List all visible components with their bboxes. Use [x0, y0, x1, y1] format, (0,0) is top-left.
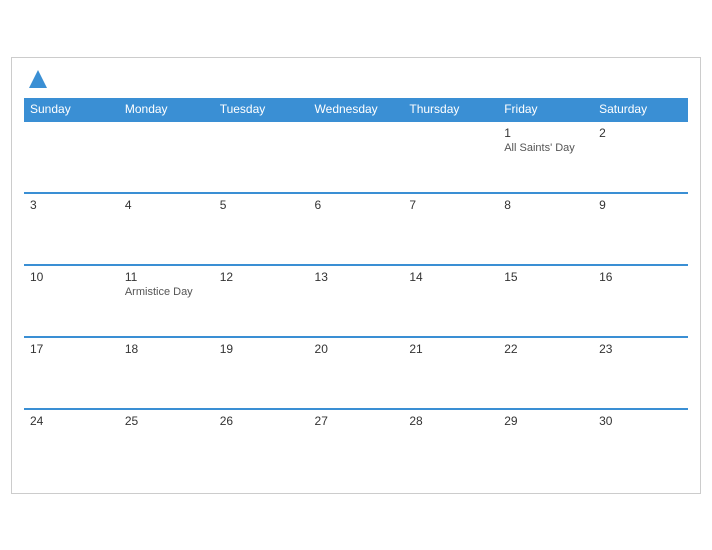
- calendar-week-3: 17 18 19 20 21 22 23: [24, 337, 688, 409]
- day-number: 1: [504, 126, 587, 140]
- calendar-table: SundayMondayTuesdayWednesdayThursdayFrid…: [24, 98, 688, 481]
- day-number: 21: [409, 342, 492, 356]
- calendar-cell-w3-d4: 21: [403, 337, 498, 409]
- calendar-cell-w1-d1: 4: [119, 193, 214, 265]
- calendar-cell-w0-d4: [403, 121, 498, 193]
- calendar-cell-w1-d2: 5: [214, 193, 309, 265]
- day-number: 24: [30, 414, 113, 428]
- weekday-header-wednesday: Wednesday: [309, 98, 404, 121]
- calendar-cell-w4-d2: 26: [214, 409, 309, 481]
- logo-icon: [27, 68, 49, 90]
- day-number: 23: [599, 342, 682, 356]
- calendar-cell-w0-d3: [309, 121, 404, 193]
- calendar-cell-w2-d3: 13: [309, 265, 404, 337]
- weekday-header-row: SundayMondayTuesdayWednesdayThursdayFrid…: [24, 98, 688, 121]
- day-number: 5: [220, 198, 303, 212]
- calendar-cell-w2-d0: 10: [24, 265, 119, 337]
- day-number: 17: [30, 342, 113, 356]
- calendar-cell-w1-d0: 3: [24, 193, 119, 265]
- calendar-cell-w4-d0: 24: [24, 409, 119, 481]
- calendar-cell-w3-d0: 17: [24, 337, 119, 409]
- calendar-cell-w1-d5: 8: [498, 193, 593, 265]
- day-number: 19: [220, 342, 303, 356]
- calendar-cell-w4-d5: 29: [498, 409, 593, 481]
- calendar-cell-w0-d5: 1 All Saints' Day: [498, 121, 593, 193]
- calendar-cell-w3-d3: 20: [309, 337, 404, 409]
- weekday-header-saturday: Saturday: [593, 98, 688, 121]
- day-number: 30: [599, 414, 682, 428]
- day-number: 28: [409, 414, 492, 428]
- calendar-cell-w0-d2: [214, 121, 309, 193]
- calendar-tbody: 1All Saints' Day234567891011Armistice Da…: [24, 121, 688, 481]
- day-number: 2: [599, 126, 682, 140]
- calendar-week-0: 1 All Saints' Day 2: [24, 121, 688, 193]
- calendar-cell-w2-d6: 16: [593, 265, 688, 337]
- day-number: 13: [315, 270, 398, 284]
- day-number: 18: [125, 342, 208, 356]
- day-number: 8: [504, 198, 587, 212]
- calendar-cell-w2-d2: 12: [214, 265, 309, 337]
- calendar-cell-w4-d3: 27: [309, 409, 404, 481]
- calendar-cell-w4-d1: 25: [119, 409, 214, 481]
- holiday-name: Armistice Day: [125, 286, 208, 298]
- weekday-header-sunday: Sunday: [24, 98, 119, 121]
- calendar-week-1: 3456789: [24, 193, 688, 265]
- day-number: 29: [504, 414, 587, 428]
- logo: [24, 68, 49, 90]
- weekday-header-friday: Friday: [498, 98, 593, 121]
- calendar-cell-w2-d4: 14: [403, 265, 498, 337]
- day-number: 16: [599, 270, 682, 284]
- weekday-header-monday: Monday: [119, 98, 214, 121]
- calendar: SundayMondayTuesdayWednesdayThursdayFrid…: [11, 57, 701, 494]
- day-number: 11: [125, 270, 208, 284]
- calendar-cell-w1-d3: 6: [309, 193, 404, 265]
- holiday-name: All Saints' Day: [504, 142, 587, 154]
- day-number: 22: [504, 342, 587, 356]
- calendar-cell-w0-d0: [24, 121, 119, 193]
- calendar-cell-w3-d6: 23: [593, 337, 688, 409]
- day-number: 4: [125, 198, 208, 212]
- weekday-header-tuesday: Tuesday: [214, 98, 309, 121]
- day-number: 7: [409, 198, 492, 212]
- calendar-cell-w4-d6: 30: [593, 409, 688, 481]
- calendar-cell-w3-d5: 22: [498, 337, 593, 409]
- calendar-cell-w3-d1: 18: [119, 337, 214, 409]
- calendar-cell-w2-d1: 11 Armistice Day: [119, 265, 214, 337]
- calendar-thead: SundayMondayTuesdayWednesdayThursdayFrid…: [24, 98, 688, 121]
- calendar-cell-w0-d6: 2: [593, 121, 688, 193]
- calendar-cell-w1-d4: 7: [403, 193, 498, 265]
- day-number: 6: [315, 198, 398, 212]
- day-number: 14: [409, 270, 492, 284]
- day-number: 12: [220, 270, 303, 284]
- calendar-week-2: 10 11 Armistice Day 12 13 14 15 16: [24, 265, 688, 337]
- calendar-cell-w4-d4: 28: [403, 409, 498, 481]
- day-number: 25: [125, 414, 208, 428]
- day-number: 3: [30, 198, 113, 212]
- weekday-header-thursday: Thursday: [403, 98, 498, 121]
- calendar-header: [24, 68, 688, 90]
- calendar-cell-w2-d5: 15: [498, 265, 593, 337]
- day-number: 10: [30, 270, 113, 284]
- calendar-cell-w3-d2: 19: [214, 337, 309, 409]
- calendar-cell-w1-d6: 9: [593, 193, 688, 265]
- day-number: 9: [599, 198, 682, 212]
- day-number: 27: [315, 414, 398, 428]
- calendar-week-4: 24 25 26 27 28 29 30: [24, 409, 688, 481]
- calendar-cell-w0-d1: [119, 121, 214, 193]
- day-number: 26: [220, 414, 303, 428]
- day-number: 15: [504, 270, 587, 284]
- day-number: 20: [315, 342, 398, 356]
